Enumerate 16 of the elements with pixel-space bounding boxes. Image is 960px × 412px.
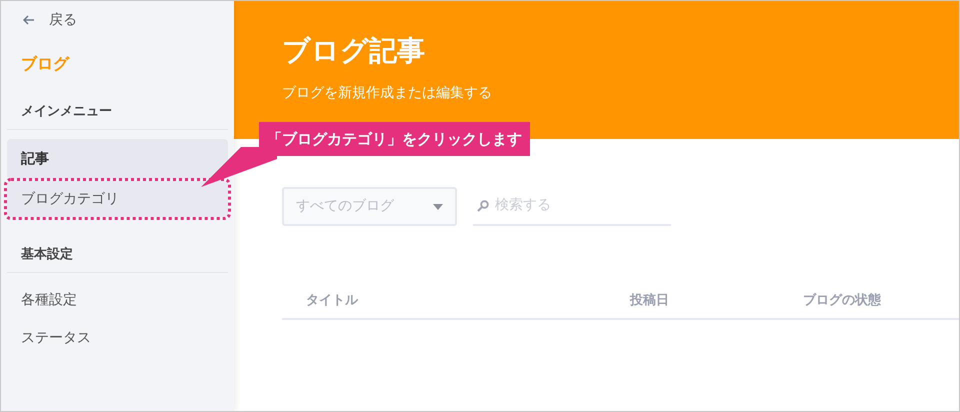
back-arrow-icon	[23, 15, 35, 25]
back-link[interactable]: 戻る	[7, 10, 228, 30]
search-icon	[477, 200, 489, 212]
sidebar-item[interactable]: ブログカテゴリ	[7, 181, 228, 217]
section-heading: メインメニュー	[20, 103, 113, 120]
sidebar-item[interactable]: 各種設定	[7, 282, 228, 318]
sidebar-item[interactable]: 記事	[7, 139, 228, 179]
column-header: タイトル	[306, 292, 360, 310]
column-header: 投稿日	[630, 292, 670, 310]
page-title: ブログ記事	[282, 33, 426, 69]
page-subtitle: ブログを新規作成または編集する	[282, 84, 493, 103]
dropdown-caret-icon	[433, 204, 443, 210]
sidebar-title: ブログ	[20, 53, 70, 75]
section-heading: 基本設定	[20, 246, 74, 263]
column-header: ブログの状態	[803, 292, 881, 310]
sidebar-item[interactable]: ステータス	[7, 320, 228, 356]
